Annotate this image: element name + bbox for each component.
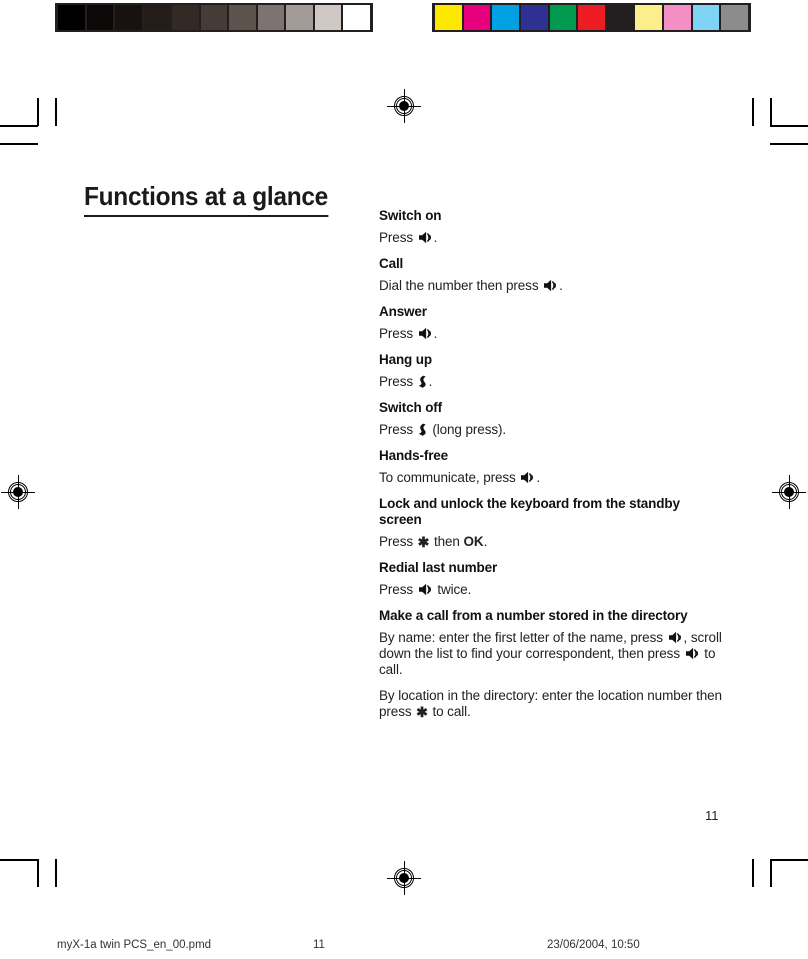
function-entry: Hang up Press . bbox=[379, 352, 724, 390]
entry-heading: Lock and unlock the keyboard from the st… bbox=[379, 496, 680, 527]
entry-body: Press . bbox=[379, 374, 433, 389]
crop-mark-top-left-inner-h bbox=[0, 143, 38, 145]
green-call-key-icon bbox=[418, 231, 433, 244]
crop-mark-bottom-right-outer-h bbox=[770, 859, 808, 861]
registration-mark-right bbox=[772, 475, 806, 509]
calibration-swatch bbox=[115, 5, 142, 30]
calibration-swatch bbox=[549, 5, 577, 30]
calibration-swatch bbox=[343, 5, 371, 30]
calibration-swatch bbox=[286, 5, 313, 30]
calibration-swatch bbox=[172, 5, 199, 30]
crop-mark-bottom-right-outer-v bbox=[770, 859, 772, 887]
crop-mark-bottom-right-inner-v bbox=[752, 859, 754, 887]
entry-heading: Switch on bbox=[379, 208, 442, 223]
entry-body: Press . bbox=[379, 326, 438, 341]
calibration-swatch bbox=[664, 5, 691, 30]
emphasized-key-label: OK bbox=[463, 534, 484, 549]
registration-mark-left bbox=[1, 475, 35, 509]
crop-mark-top-right-outer-h bbox=[770, 125, 808, 127]
star-key-icon: ✱ bbox=[416, 704, 428, 720]
function-entry: Switch off Press (long press). bbox=[379, 400, 724, 438]
entry-heading: Redial last number bbox=[379, 560, 498, 575]
calibration-swatch bbox=[229, 5, 256, 30]
footer-file-name: myX-1a twin PCS_en_00.pmd bbox=[57, 939, 212, 951]
page-title: Functions at a glance bbox=[84, 181, 328, 218]
print-footer: myX-1a twin PCS_en_00.pmd 11 23/06/2004,… bbox=[0, 939, 808, 959]
function-entry: Hands-free To communicate, press . bbox=[379, 448, 724, 486]
red-hangup-key-icon bbox=[418, 423, 428, 436]
crop-mark-top-right-inner-v bbox=[752, 98, 754, 126]
calibration-swatch bbox=[606, 5, 634, 30]
crop-mark-bottom-left-outer-h bbox=[0, 859, 38, 861]
entry-body: Press . bbox=[379, 230, 438, 245]
crop-mark-bottom-left-inner-v bbox=[55, 859, 57, 887]
function-entry: Call Dial the number then press . bbox=[379, 256, 724, 294]
green-call-key-icon bbox=[418, 327, 433, 340]
function-entry: Switch on Press . bbox=[379, 208, 724, 246]
entry-body: Press ✱ then OK. bbox=[379, 534, 488, 550]
calibration-swatch bbox=[58, 5, 85, 30]
registration-mark-bottom bbox=[387, 861, 421, 895]
crop-mark-top-left-inner-v bbox=[55, 98, 57, 126]
footer-page-number: 11 bbox=[313, 939, 325, 951]
red-hangup-key-icon bbox=[418, 375, 428, 388]
entry-body: Press twice. bbox=[379, 582, 472, 597]
star-key-icon: ✱ bbox=[417, 534, 430, 550]
grayscale-calibration-bar bbox=[55, 3, 373, 32]
calibration-swatch bbox=[143, 5, 171, 30]
entry-heading: Hands-free bbox=[379, 448, 449, 463]
crop-mark-bottom-left-outer-v bbox=[37, 859, 39, 887]
calibration-swatch bbox=[520, 5, 548, 30]
crop-mark-top-right-inner-h bbox=[770, 143, 808, 145]
calibration-swatch bbox=[314, 5, 342, 30]
entry-heading: Make a call from a number stored in the … bbox=[379, 608, 688, 623]
crop-mark-top-left-outer-v bbox=[37, 98, 39, 126]
function-entry: Answer Press . bbox=[379, 304, 724, 342]
entry-body: To communicate, press . bbox=[379, 470, 541, 485]
green-call-key-icon bbox=[668, 631, 683, 644]
color-calibration-bar bbox=[432, 3, 751, 32]
entry-body: By location in the directory: enter the … bbox=[379, 688, 722, 720]
calibration-swatch bbox=[463, 5, 491, 30]
entry-heading: Call bbox=[379, 256, 404, 271]
crop-mark-top-right-outer-v bbox=[770, 98, 772, 126]
calibration-swatch bbox=[578, 5, 605, 30]
footer-timestamp: 23/06/2004, 10:50 bbox=[547, 939, 640, 951]
calibration-swatch bbox=[200, 5, 228, 30]
green-call-key-icon bbox=[520, 471, 535, 484]
entry-body: Press (long press). bbox=[379, 422, 507, 437]
entry-heading: Hang up bbox=[379, 352, 432, 367]
entry-body: Dial the number then press . bbox=[379, 278, 563, 293]
function-entry: Redial last number Press twice. bbox=[379, 560, 724, 598]
function-entry: Make a call from a number stored in the … bbox=[379, 608, 724, 720]
function-entry: Lock and unlock the keyboard from the st… bbox=[379, 496, 724, 550]
calibration-swatch bbox=[721, 5, 749, 30]
calibration-swatch bbox=[635, 5, 663, 30]
registration-mark-top bbox=[387, 89, 421, 123]
crop-mark-top-left-outer-h bbox=[0, 125, 38, 127]
page-number: 11 bbox=[705, 808, 719, 823]
entry-heading: Answer bbox=[379, 304, 427, 319]
calibration-swatch bbox=[257, 5, 285, 30]
functions-list: Switch on Press . Call Dial the number then… bbox=[379, 208, 724, 730]
entry-heading: Switch off bbox=[379, 400, 442, 415]
calibration-swatch bbox=[692, 5, 720, 30]
calibration-swatch bbox=[492, 5, 519, 30]
green-call-key-icon bbox=[543, 279, 558, 292]
calibration-swatch bbox=[86, 5, 114, 30]
green-call-key-icon bbox=[685, 647, 700, 660]
calibration-swatch bbox=[435, 5, 462, 30]
green-call-key-icon bbox=[418, 583, 433, 596]
entry-body: By name: enter the first letter of the n… bbox=[379, 630, 722, 677]
